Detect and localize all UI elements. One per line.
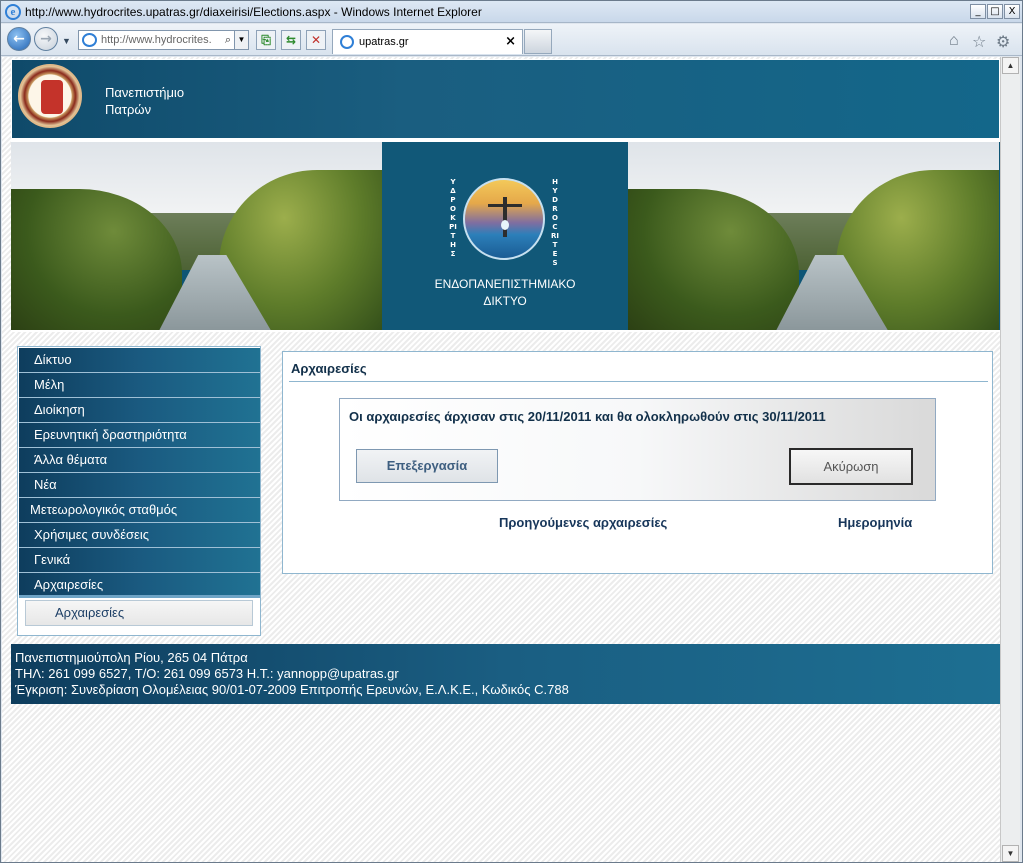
edit-button[interactable]: Επεξεργασία: [356, 449, 498, 483]
forward-arrow-icon[interactable]: →: [34, 27, 58, 51]
banner: ΥΔΡΟΚΡΙΤΗΣ HYDROCRITES ΕΝΔΟΠΑΝΕΠΙΣΤΗΜΙΑΚ…: [11, 142, 1000, 332]
compatibility-icon[interactable]: ⎘: [256, 30, 276, 50]
sidebar-item-research[interactable]: Ερευνητική δραστηριότητα: [19, 423, 260, 448]
site-header: Πανεπιστήμιο Πατρών: [11, 59, 1000, 139]
address-dropdown-icon[interactable]: ▼: [234, 31, 248, 49]
sidebar-item-network[interactable]: Δίκτυο: [19, 348, 260, 373]
back-arrow-icon[interactable]: ←: [7, 27, 31, 51]
new-tab-button[interactable]: [524, 29, 552, 54]
river-photo-right: [628, 142, 999, 330]
sidebar-item-members[interactable]: Μέλη: [19, 373, 260, 398]
network-title-line2: ΔΙΚΤΥΟ: [483, 294, 527, 308]
sidebar-nav: Δίκτυο Μέλη Διοίκηση Ερευνητική δραστηρι…: [17, 346, 261, 636]
title-bar: e http://www.hydrocrites.upatras.gr/diax…: [1, 1, 1022, 23]
sidebar-item-weather-station[interactable]: Μετεωρολογικός σταθμός: [19, 498, 260, 523]
footer-approval: Έγκριση: Συνεδρίαση Ολομέλειας 90/01-07-…: [15, 682, 569, 697]
network-title: ΕΝΔΟΠΑΝΕΠΙΣΤΗΜΙΑΚΟ ΔΙΚΤΥΟ: [382, 276, 628, 310]
footer-address: Πανεπιστημιούπολη Ρίου, 265 04 Πάτρα: [15, 650, 248, 665]
minimize-button[interactable]: _: [970, 4, 986, 19]
address-text: http://www.hydrocrites.: [101, 34, 212, 46]
tab-page-icon: [340, 35, 354, 49]
university-name-line2: Πατρών: [105, 102, 152, 117]
page-viewport: Πανεπιστήμιο Πατρών ΥΔΡΟΚΡΙΤΗΣ HYDROCRIT…: [2, 57, 1000, 862]
search-icon[interactable]: ⌕: [225, 31, 231, 49]
footer-contact: ΤΗΛ: 261 099 6527, Τ/Ο: 261 099 6573 Η.Τ…: [15, 666, 399, 681]
refresh-icon[interactable]: ⇆: [281, 30, 301, 50]
logo-vertical-text-left: ΥΔΡΟΚΡΙΤΗΣ: [449, 178, 457, 258]
browser-toolbar: ← → ▼ http://www.hydrocrites. ⌕ ▼ ⎘ ⇆ ✕ …: [1, 24, 1022, 56]
tab-close-icon[interactable]: ×: [505, 30, 516, 54]
maximize-button[interactable]: □: [987, 4, 1003, 19]
ie-logo-icon: e: [5, 4, 21, 20]
title-divider: [289, 381, 988, 382]
sidebar-item-general[interactable]: Γενικά: [19, 548, 260, 573]
stop-icon[interactable]: ✕: [306, 30, 326, 50]
scroll-down-icon[interactable]: ▼: [1002, 845, 1019, 862]
sidebar-menu: Δίκτυο Μέλη Διοίκηση Ερευνητική δραστηρι…: [18, 348, 260, 598]
hydrocrites-logo-panel: ΥΔΡΟΚΡΙΤΗΣ HYDROCRITES ΕΝΔΟΠΑΝΕΠΙΣΤΗΜΙΑΚ…: [382, 142, 628, 330]
election-message: Οι αρχαιρεσίες άρχισαν στις 20/11/2011 κ…: [349, 409, 826, 424]
date-column-header: Ημερομηνία: [838, 515, 913, 530]
cancel-button[interactable]: Ακύρωση: [789, 448, 913, 485]
window-title: http://www.hydrocrites.upatras.gr/diaxei…: [25, 5, 482, 19]
network-title-line1: ΕΝΔΟΠΑΝΕΠΙΣΤΗΜΙΑΚΟ: [434, 277, 576, 291]
university-name: Πανεπιστήμιο Πατρών: [105, 84, 184, 118]
main-panel: Αρχαιρεσίες Οι αρχαιρεσίες άρχισαν στις …: [282, 351, 993, 574]
sidebar-item-useful-links[interactable]: Χρήσιμες συνδέσεις: [19, 523, 260, 548]
site-footer: Πανεπιστημιούπολη Ρίου, 265 04 Πάτρα ΤΗΛ…: [11, 644, 1000, 704]
river-photo-left: [11, 142, 382, 330]
home-icon[interactable]: ⌂: [949, 32, 959, 50]
gear-icon[interactable]: ⚙: [996, 32, 1010, 52]
sidebar-subitem-elections[interactable]: Αρχαιρεσίες: [25, 600, 253, 626]
sidebar-item-other-topics[interactable]: Άλλα θέματα: [19, 448, 260, 473]
tab-label: upatras.gr: [359, 36, 409, 48]
address-bar[interactable]: http://www.hydrocrites. ⌕ ▼: [78, 30, 249, 50]
election-status-box: Οι αρχαιρεσίες άρχισαν στις 20/11/2011 κ…: [339, 398, 936, 501]
page-title: Αρχαιρεσίες: [291, 361, 367, 376]
sidebar-item-elections[interactable]: Αρχαιρεσίες: [19, 573, 260, 598]
university-seal-logo: [18, 64, 82, 128]
history-dropdown-icon[interactable]: ▼: [62, 36, 71, 46]
page-icon: [82, 33, 97, 47]
browser-tab[interactable]: upatras.gr ×: [332, 29, 523, 54]
close-button[interactable]: X: [1004, 4, 1020, 19]
sidebar-item-news[interactable]: Νέα: [19, 473, 260, 498]
sidebar-item-administration[interactable]: Διοίκηση: [19, 398, 260, 423]
previous-elections-header: Προηγούμενες αρχαιρεσίες: [499, 515, 668, 530]
logo-vertical-text-right: HYDROCRITES: [551, 178, 559, 267]
university-name-line1: Πανεπιστήμιο: [105, 85, 185, 100]
browser-window: e http://www.hydrocrites.upatras.gr/diax…: [0, 0, 1023, 863]
favorites-star-icon[interactable]: ☆: [972, 32, 986, 52]
scroll-up-icon[interactable]: ▲: [1002, 57, 1019, 74]
banner-divider: [11, 330, 1000, 332]
vertical-scrollbar[interactable]: ▲ ▼: [1000, 57, 1020, 862]
scales-emblem-icon: [463, 178, 545, 260]
